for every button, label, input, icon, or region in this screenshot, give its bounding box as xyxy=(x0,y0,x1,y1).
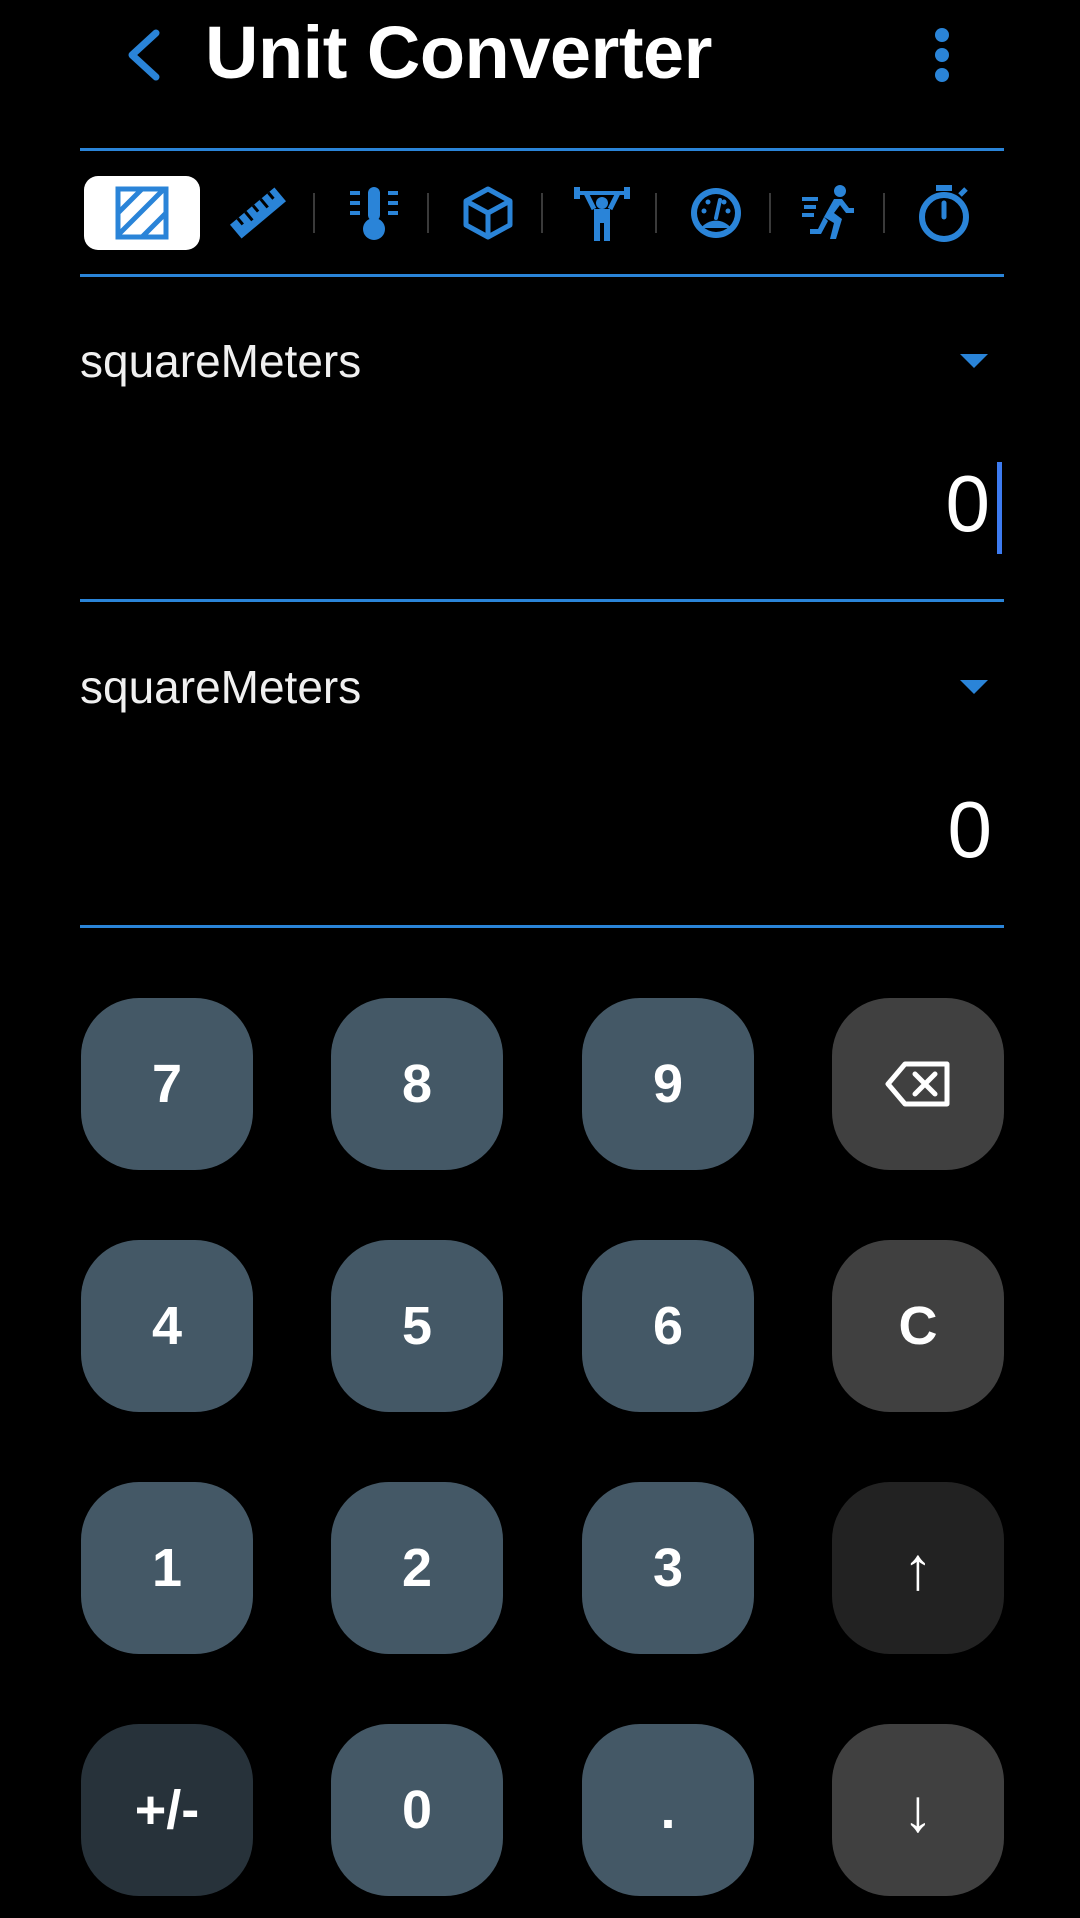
tab-area[interactable] xyxy=(84,176,200,250)
key-8[interactable]: 8 xyxy=(331,998,503,1170)
speedometer-icon xyxy=(691,188,741,238)
key-6[interactable]: 6 xyxy=(582,1240,754,1412)
to-field-underline xyxy=(80,925,1004,928)
stopwatch-icon xyxy=(919,185,969,242)
thermometer-icon xyxy=(350,187,398,240)
tabs-top-divider xyxy=(80,148,1004,151)
from-unit-dropdown[interactable]: squareMeters xyxy=(80,316,1004,406)
tab-temperature[interactable] xyxy=(316,176,432,250)
category-tabs xyxy=(80,152,1004,274)
text-cursor xyxy=(997,462,1002,554)
key-9[interactable]: 9 xyxy=(582,998,754,1170)
to-value-output[interactable]: 0 xyxy=(80,766,1004,886)
swap-down-button[interactable]: ↓ xyxy=(832,1724,1004,1896)
tab-velocity[interactable] xyxy=(772,176,888,250)
to-unit-label: squareMeters xyxy=(80,661,362,713)
tab-separator xyxy=(883,193,885,233)
from-field-underline xyxy=(80,599,1004,602)
page-title: Unit Converter xyxy=(205,11,712,94)
runner-icon xyxy=(802,185,854,239)
key-0[interactable]: 0 xyxy=(331,1724,503,1896)
arrow-up-icon: ↑ xyxy=(903,1534,933,1602)
key-1[interactable]: 1 xyxy=(81,1482,253,1654)
from-value-input[interactable]: 0 xyxy=(80,440,1004,560)
decimal-button[interactable]: . xyxy=(582,1724,754,1896)
back-button[interactable] xyxy=(112,20,176,90)
tab-separator xyxy=(427,193,429,233)
chevron-left-icon xyxy=(128,29,160,81)
tab-separator xyxy=(313,193,315,233)
cube-icon xyxy=(463,186,513,240)
backspace-button[interactable] xyxy=(832,998,1004,1170)
from-unit-label: squareMeters xyxy=(80,335,362,387)
ruler-icon xyxy=(229,187,287,239)
tab-separator xyxy=(541,193,543,233)
tab-mass[interactable] xyxy=(544,176,660,250)
more-vertical-icon xyxy=(935,28,949,82)
to-value-text: 0 xyxy=(947,785,993,874)
key-5[interactable]: 5 xyxy=(331,1240,503,1412)
area-icon xyxy=(115,186,169,240)
tab-separator xyxy=(769,193,771,233)
key-4[interactable]: 4 xyxy=(81,1240,253,1412)
backspace-icon xyxy=(885,1061,950,1107)
to-unit-dropdown[interactable]: squareMeters xyxy=(80,642,1004,732)
clear-button[interactable]: C xyxy=(832,1240,1004,1412)
more-options-button[interactable] xyxy=(912,20,972,90)
tab-volume[interactable] xyxy=(430,176,546,250)
from-value-text: 0 xyxy=(945,459,991,548)
caret-down-icon xyxy=(960,680,988,694)
key-2[interactable]: 2 xyxy=(331,1482,503,1654)
arrow-down-icon: ↓ xyxy=(903,1776,933,1844)
tab-speed[interactable] xyxy=(658,176,774,250)
key-7[interactable]: 7 xyxy=(81,998,253,1170)
caret-down-icon xyxy=(960,354,988,368)
tab-length[interactable] xyxy=(200,176,316,250)
app-header: Unit Converter xyxy=(0,0,1080,110)
tab-time[interactable] xyxy=(886,176,1002,250)
tabs-bottom-divider xyxy=(80,274,1004,277)
tab-separator xyxy=(655,193,657,233)
sign-toggle-button[interactable]: +/- xyxy=(81,1724,253,1896)
key-3[interactable]: 3 xyxy=(582,1482,754,1654)
weightlifter-icon xyxy=(574,187,630,241)
swap-up-button[interactable]: ↑ xyxy=(832,1482,1004,1654)
